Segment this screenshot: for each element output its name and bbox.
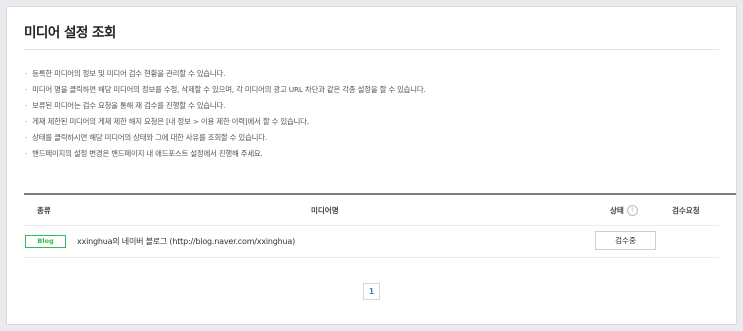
media-settings-panel: 미디어 설정 조회 등록한 미디어의 정보 및 미디어 검수 현황을 관리할 수… bbox=[6, 6, 737, 325]
column-header-type: 종류 bbox=[37, 206, 51, 215]
pagination-page-1[interactable]: 1 bbox=[363, 283, 380, 300]
help-icon[interactable]: ? bbox=[626, 205, 638, 216]
note-item: 보류된 미디어는 검수 요청을 통해 재 검수를 진행할 수 있습니다. bbox=[25, 98, 426, 114]
column-header-review-request: 검수요청 bbox=[672, 206, 700, 215]
note-item: 등록한 미디어의 정보 및 미디어 검수 현황을 관리할 수 있습니다. bbox=[25, 66, 426, 82]
column-header-media-name: 미디어명 bbox=[311, 206, 339, 215]
note-item: 상태를 클릭하시면 해당 미디어의 상태와 그에 대한 사유를 조회할 수 있습… bbox=[25, 130, 426, 146]
status-button[interactable]: 검수중 bbox=[595, 231, 656, 250]
header-divider bbox=[24, 225, 719, 226]
row-divider bbox=[24, 257, 719, 258]
table-top-border bbox=[24, 193, 736, 195]
notes-list: 등록한 미디어의 정보 및 미디어 검수 현황을 관리할 수 있습니다. 미디어… bbox=[25, 66, 426, 162]
note-item: 밴드페이지의 설정 변경은 밴드페이지 내 애드포스트 설정에서 진행해 주세요… bbox=[25, 146, 426, 162]
note-item: 미디어 명을 클릭하면 해당 미디어의 정보를 수정, 삭제할 수 있으며, 각… bbox=[25, 82, 426, 98]
media-name-link[interactable]: xxinghua의 네이버 블로그 (http://blog.naver.com… bbox=[77, 236, 295, 247]
column-header-status: 상태 ? bbox=[610, 205, 638, 216]
title-divider bbox=[24, 49, 719, 50]
page-title: 미디어 설정 조회 bbox=[24, 25, 116, 41]
media-type-badge: Blog bbox=[25, 235, 66, 248]
column-header-status-label: 상태 bbox=[610, 206, 624, 215]
note-item: 게재 제한된 미디어의 게재 제한 해지 요청은 [내 정보 > 이용 제한 이… bbox=[25, 114, 426, 130]
